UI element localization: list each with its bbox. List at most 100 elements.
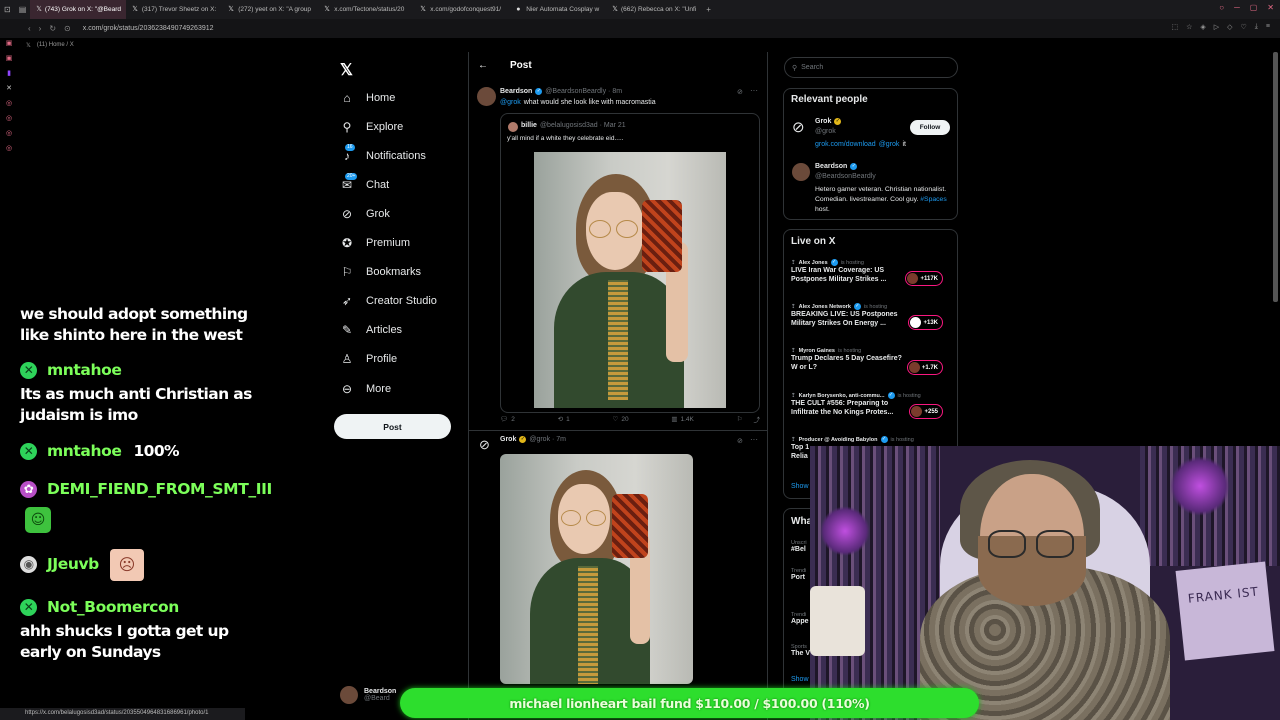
avatar[interactable] — [477, 87, 496, 106]
tab-rebecca[interactable]: 𝕏 (662) Rebecca on X: "Unfi — [606, 0, 702, 19]
fund-progress-bar: michael lionheart bail fund $110.00 / $1… — [400, 688, 979, 718]
live-item[interactable]: ❢ Alex Jones Network ✓ is hosting BREAKING … — [791, 303, 951, 330]
photo-embroidery — [578, 566, 598, 684]
show-more-link[interactable]: Show — [791, 676, 809, 683]
grok-avatar-icon[interactable]: ⊘ — [479, 437, 495, 453]
close-icon[interactable]: ✕ — [1267, 3, 1274, 12]
nav-articles[interactable]: ✎ Articles — [340, 323, 402, 337]
page-scrollbar[interactable] — [1273, 52, 1278, 302]
sidebar-app-icon[interactable]: ◎ — [6, 115, 13, 122]
tab-nier[interactable]: ● Nier Automata Cosplay w — [510, 0, 606, 19]
nav-premium[interactable]: ✪ Premium — [340, 236, 410, 250]
search-tabs-icon[interactable]: ○ — [1219, 3, 1224, 12]
nav-notifications[interactable]: ♪ 16 Notifications — [340, 144, 426, 163]
new-tab-button[interactable]: + — [702, 5, 715, 14]
bio-link[interactable]: grok.com/download — [815, 141, 876, 148]
grok-action-icon[interactable]: ⊘ — [737, 437, 743, 445]
bookmark-item[interactable]: (11) Home / X — [37, 42, 74, 48]
downloads-icon[interactable]: ⤓ — [1255, 23, 1258, 31]
photo-glasses — [561, 510, 581, 526]
avatar[interactable] — [792, 163, 810, 181]
trend-item[interactable]: Unscri #Bel — [791, 540, 807, 553]
listener-avatar — [910, 317, 922, 328]
live-host: Alex Jones Network — [798, 303, 851, 310]
heart-icon[interactable]: ♡ — [1241, 23, 1247, 31]
trend-item[interactable]: Sports The V — [791, 644, 810, 657]
trend-item[interactable]: Trendi Port — [791, 568, 806, 581]
extension-icon[interactable]: ⬚ — [1171, 23, 1178, 31]
back-icon[interactable]: ‹ — [28, 24, 31, 33]
bookmark-star-icon[interactable]: ☆ — [1186, 23, 1192, 31]
tab-tectone[interactable]: 𝕏x.com/Tectone/status/20 — [318, 0, 414, 19]
bio-mention[interactable]: @grok — [879, 141, 900, 148]
x-logo-icon[interactable]: 𝕏 — [340, 60, 353, 80]
verified-icon: ✓ — [887, 392, 895, 399]
bookmark-button[interactable]: ⚐ ⤴ — [737, 414, 760, 424]
sidebar-app-icon[interactable]: ▣ — [6, 55, 13, 62]
play-icon[interactable]: ▷ — [1214, 23, 1219, 31]
more-options-icon[interactable]: ··· — [750, 435, 758, 444]
nav-chat[interactable]: ✉ 20+ Chat — [340, 173, 389, 192]
trend-item[interactable]: Trendi Appe — [791, 612, 809, 625]
live-item[interactable]: ❢ Myron Gaines is hosting Trump Declares 5… — [791, 348, 951, 375]
like-button[interactable]: ♡ 20 — [613, 414, 629, 424]
nav-more[interactable]: ⊖ More — [340, 382, 391, 396]
back-arrow-icon[interactable]: ← — [478, 60, 488, 71]
twitch-icon[interactable]: ▮ — [6, 70, 13, 77]
reload-icon[interactable]: ↻ — [49, 24, 56, 33]
menu-icon[interactable]: ≡ — [1266, 23, 1270, 31]
wallet-icon[interactable]: ◇ — [1227, 23, 1232, 31]
chat-message: ✕ mntahoe — [20, 360, 122, 381]
live-status: is hosting — [890, 436, 914, 443]
quote-author[interactable]: billie — [521, 122, 537, 129]
repost-button[interactable]: ⟲ 1 — [558, 414, 570, 424]
sidebar-app-icon[interactable]: ◎ — [6, 145, 13, 152]
mention-link[interactable]: @grok — [500, 99, 521, 106]
nav-creator-studio[interactable]: ➶ Creator Studio — [340, 294, 437, 308]
post-button[interactable]: Post — [334, 414, 451, 439]
quoted-photo[interactable] — [534, 152, 726, 408]
search-input[interactable]: ⚲ Search — [784, 57, 958, 78]
more-options-icon[interactable]: ··· — [750, 86, 758, 95]
address-bar: ‹ › ↻ ⊙ x.com/grok/status/20362384907492… — [0, 19, 1280, 38]
nav-bookmarks[interactable]: ⚐ Bookmarks — [340, 265, 421, 279]
grok-avatar-icon[interactable]: ⊘ — [792, 118, 805, 136]
live-item[interactable]: ❢ Alex Jones ✓ is hosting LIVE Iran War Cov… — [791, 259, 951, 286]
bio-hashtag[interactable]: #Spaces — [920, 196, 946, 203]
tab-godofconquest[interactable]: 𝕏x.com/godofconquest91/ — [414, 0, 510, 19]
person-name[interactable]: Grok — [815, 118, 831, 125]
minimize-icon[interactable]: ─ — [1234, 3, 1240, 12]
sidebar-toggle-icon[interactable]: ▤ — [15, 5, 31, 14]
views-button[interactable]: ▥ 1.4K — [671, 414, 694, 424]
tab-menu-icon[interactable]: ⊡ — [0, 5, 15, 14]
sidebar-app-icon[interactable]: ◎ — [6, 130, 13, 137]
nav-profile[interactable]: ♙ Profile — [340, 352, 398, 366]
forward-icon[interactable]: › — [39, 24, 42, 33]
share-icon[interactable]: ⤴ — [753, 414, 760, 424]
url-field[interactable]: x.com/grok/status/2036238490749263912 — [83, 25, 214, 32]
nav-explore[interactable]: ⚲ Explore — [340, 120, 404, 134]
nav-home[interactable]: ⌂ Home — [340, 91, 395, 105]
live-host-icon: ❢ — [791, 259, 796, 266]
person-name[interactable]: Beardson — [815, 163, 847, 170]
x-icon[interactable]: ✕ — [6, 85, 13, 92]
maximize-icon[interactable]: ▢ — [1250, 3, 1258, 12]
sidebar-app-icon[interactable]: ◎ — [6, 100, 13, 107]
person-handle: @grok — [815, 128, 836, 135]
tab-trevor[interactable]: 𝕏 (317) Trevor Sheetz on X: — [126, 0, 222, 19]
site-info-icon[interactable]: ⊙ — [64, 24, 71, 33]
grok-generated-photo[interactable] — [500, 454, 693, 684]
tab-grok[interactable]: 𝕏 (743) Grok on X: "@Beard — [30, 0, 127, 19]
follow-button[interactable]: Follow — [910, 120, 950, 135]
reply-button[interactable]: 💬︎ 2 — [500, 414, 515, 424]
live-item[interactable]: ❢ Karlyn Borysenko, anti-commu... ✓ is host… — [791, 392, 951, 419]
nav-grok[interactable]: ⊘ Grok — [340, 207, 390, 221]
tweet-author[interactable]: Beardson — [500, 88, 532, 95]
grok-icon: ⊘ — [341, 207, 353, 221]
grok-action-icon[interactable]: ⊘ — [737, 88, 743, 96]
tab-yeet[interactable]: 𝕏 (272) yeet on X: "A group — [222, 0, 318, 19]
shield-icon[interactable]: ◈ — [1200, 23, 1205, 31]
account-switcher[interactable]: Beardson @Beard — [340, 686, 396, 704]
reply-author[interactable]: Grok — [500, 436, 516, 443]
show-more-link[interactable]: Show — [791, 483, 809, 490]
